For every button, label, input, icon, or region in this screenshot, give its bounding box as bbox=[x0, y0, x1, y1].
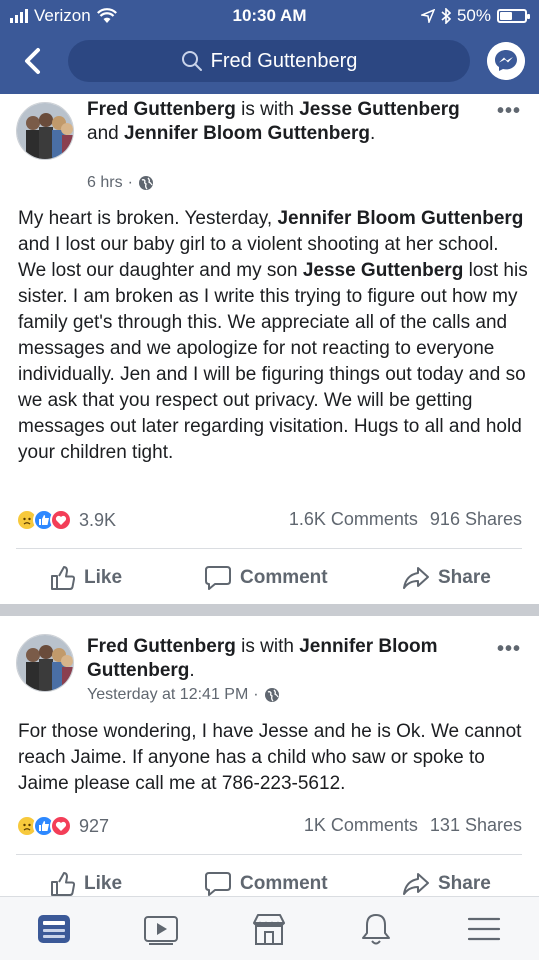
location-arrow-icon bbox=[420, 9, 435, 23]
love-reaction-icon bbox=[50, 815, 72, 837]
comments-count[interactable]: 1.6K Comments bbox=[289, 509, 418, 530]
globe-icon bbox=[138, 176, 153, 190]
post-header: Fred Guttenberg is with Jennifer Bloom G… bbox=[87, 636, 438, 681]
post-text: My heart is broken. Yesterday, Jennifer … bbox=[18, 206, 528, 466]
post-meta: 6 hrs · bbox=[87, 174, 154, 192]
reactions-row: 927 1K Comments 131 Shares bbox=[16, 812, 522, 842]
reaction-summary[interactable]: 927 bbox=[16, 815, 109, 837]
post-time[interactable]: Yesterday at 12:41 PM bbox=[87, 686, 248, 704]
menu-icon[interactable] bbox=[464, 909, 504, 949]
share-label: Share bbox=[438, 567, 491, 588]
post-text: For those wondering, I have Jesse and he… bbox=[18, 721, 522, 794]
reaction-summary[interactable]: 3.9K bbox=[16, 509, 116, 531]
post-meta: Yesterday at 12:41 PM · bbox=[87, 686, 280, 704]
like-label: Like bbox=[84, 873, 123, 894]
reaction-count: 927 bbox=[79, 815, 110, 836]
more-options-icon[interactable]: ••• bbox=[497, 100, 521, 123]
post-actions: Like Comment Share bbox=[0, 558, 539, 598]
with-text: is with bbox=[241, 99, 294, 120]
tagged-person[interactable]: Jesse Guttenberg bbox=[299, 99, 460, 120]
more-options-icon[interactable]: ••• bbox=[497, 638, 521, 661]
post-text-part: My heart is broken. Yesterday, bbox=[18, 208, 278, 229]
love-reaction-icon bbox=[50, 509, 72, 531]
comment-icon bbox=[205, 872, 231, 896]
battery-percent: 50% bbox=[456, 6, 491, 25]
share-icon bbox=[403, 873, 429, 895]
avatar[interactable] bbox=[16, 634, 74, 692]
post-2: Fred Guttenberg is with Jennifer Bloom G… bbox=[0, 616, 539, 896]
bottom-tab-bar bbox=[0, 896, 539, 960]
bluetooth-icon bbox=[441, 8, 451, 24]
marketplace-icon[interactable] bbox=[249, 909, 289, 949]
with-text: is with bbox=[241, 636, 294, 657]
reactions-row: 3.9K 1.6K Comments 916 Shares bbox=[16, 506, 522, 536]
status-bar: Verizon 10:30 AM 50% bbox=[0, 0, 539, 32]
comments-count[interactable]: 1K Comments bbox=[304, 815, 418, 836]
comment-label: Comment bbox=[240, 567, 328, 588]
post-text-part: lost his sister. I am broken as I write … bbox=[18, 260, 528, 463]
like-icon bbox=[51, 566, 76, 590]
search-icon bbox=[181, 51, 202, 71]
post-time[interactable]: 6 hrs bbox=[87, 174, 123, 192]
share-label: Share bbox=[438, 873, 491, 894]
like-button[interactable]: Like bbox=[50, 558, 122, 598]
news-feed-icon[interactable] bbox=[34, 909, 74, 949]
messenger-icon[interactable] bbox=[487, 42, 525, 80]
tagged-person[interactable]: Jennifer Bloom Guttenberg bbox=[124, 123, 370, 144]
post-separator bbox=[0, 604, 539, 616]
shares-count[interactable]: 131 Shares bbox=[430, 815, 522, 836]
author-name[interactable]: Fred Guttenberg bbox=[87, 636, 236, 657]
shares-count[interactable]: 916 Shares bbox=[430, 509, 522, 530]
tagged-person[interactable]: Jennifer Bloom Guttenberg bbox=[277, 208, 523, 229]
back-chevron-icon[interactable] bbox=[18, 44, 48, 78]
comment-label: Comment bbox=[240, 873, 328, 894]
divider bbox=[16, 854, 522, 855]
avatar[interactable] bbox=[16, 102, 74, 160]
share-button[interactable]: Share bbox=[402, 558, 491, 598]
search-field[interactable]: Fred Guttenberg bbox=[68, 40, 470, 82]
reaction-count: 3.9K bbox=[79, 509, 117, 530]
share-icon bbox=[403, 567, 429, 589]
post-1: Fred Guttenberg is with Jesse Guttenberg… bbox=[0, 94, 539, 604]
divider bbox=[16, 548, 522, 549]
globe-icon bbox=[264, 688, 279, 702]
comment-button[interactable]: Comment bbox=[204, 558, 328, 598]
notifications-icon[interactable] bbox=[356, 909, 396, 949]
search-text: Fred Guttenberg bbox=[210, 49, 358, 72]
tagged-person[interactable]: Jesse Guttenberg bbox=[303, 260, 464, 281]
like-label: Like bbox=[84, 567, 123, 588]
top-bar: Verizon 10:30 AM 50% Fred Guttenberg bbox=[0, 0, 539, 94]
battery-icon bbox=[497, 9, 530, 23]
author-name[interactable]: Fred Guttenberg bbox=[87, 99, 236, 120]
like-icon bbox=[51, 872, 76, 896]
post-header: Fred Guttenberg is with Jesse Guttenberg… bbox=[87, 99, 460, 144]
and-text: and bbox=[87, 123, 119, 144]
watch-icon[interactable] bbox=[141, 909, 181, 949]
comment-icon bbox=[205, 566, 231, 590]
